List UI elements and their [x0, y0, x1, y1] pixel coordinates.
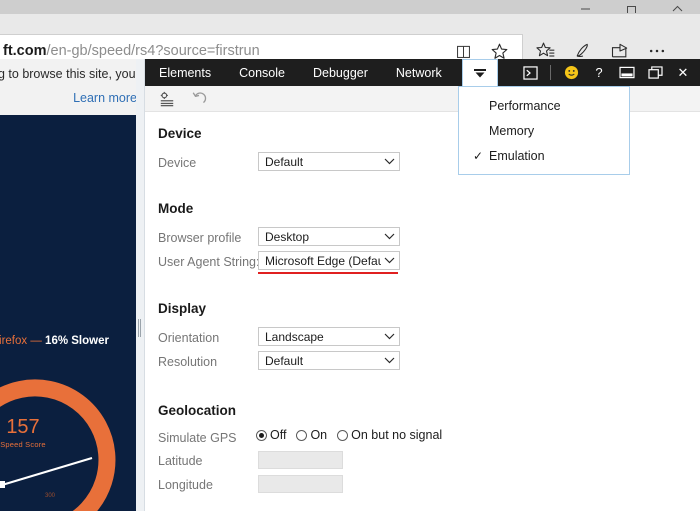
select-user-agent-string-value: Microsoft Edge (Default: [265, 254, 381, 268]
close-button[interactable]: [654, 0, 700, 14]
tab-network[interactable]: Network: [382, 59, 456, 86]
menu-label-emulation: Emulation: [489, 149, 545, 163]
menu-item-performance[interactable]: Performance: [459, 93, 629, 118]
comparison-browser: Firefox —: [0, 335, 45, 347]
radio-group-simulate-gps: Off On On but no signal: [256, 428, 442, 442]
gauge-score-label: Speed Score: [0, 440, 68, 449]
chevron-down-icon: [381, 333, 397, 340]
label-device: Device: [158, 156, 196, 170]
devtools-right-icons: ? ✕: [517, 59, 700, 86]
gauge-score-value: 157: [0, 417, 58, 437]
menu-item-emulation[interactable]: ✓ Emulation: [459, 143, 629, 168]
select-browser-profile[interactable]: Desktop: [258, 227, 400, 246]
label-browser-profile: Browser profile: [158, 231, 241, 245]
label-orientation: Orientation: [158, 331, 219, 345]
section-title-geolocation: Geolocation: [158, 403, 236, 418]
radio-label-off: Off: [270, 428, 286, 442]
devtools-panel: Elements Console Debugger Network: [145, 59, 700, 511]
splitter-grip[interactable]: [138, 319, 142, 337]
radio-dot-on: [296, 430, 307, 441]
radio-gps-no-signal[interactable]: On but no signal: [337, 428, 442, 442]
window-titlebar: [0, 0, 700, 14]
chevron-down-icon: [381, 257, 397, 264]
maximize-button[interactable]: [608, 0, 654, 14]
more-tools-menu: Performance Memory ✓ Emulation: [458, 86, 630, 175]
gauge-max-tick-label: 300: [30, 493, 70, 499]
radio-dot-no-signal: [337, 430, 348, 441]
radio-label-on: On: [310, 428, 327, 442]
more-tools-chevron-icon[interactable]: [462, 59, 498, 86]
reset-emulation-icon[interactable]: [188, 88, 210, 110]
menu-item-memory[interactable]: Memory: [459, 118, 629, 143]
select-resolution-value: Default: [265, 354, 381, 368]
chevron-down-icon: [381, 357, 397, 364]
radio-dot-off: [256, 430, 267, 441]
select-orientation[interactable]: Landscape: [258, 327, 400, 346]
select-device[interactable]: Default: [258, 152, 400, 171]
longitude-input[interactable]: [258, 475, 343, 493]
address-domain: ft.com: [3, 43, 47, 59]
devtools-tabbar: Elements Console Debugger Network: [145, 59, 700, 86]
label-longitude: Longitude: [158, 478, 213, 492]
speed-score-gauge: 157 Speed Score 300: [0, 365, 130, 511]
panel-splitter[interactable]: [136, 59, 145, 511]
label-simulate-gps: Simulate GPS: [158, 431, 237, 445]
label-resolution: Resolution: [158, 355, 217, 369]
chevron-down-icon: [381, 158, 397, 165]
section-title-display: Display: [158, 301, 206, 316]
comparison-delta: 16% Slower: [45, 335, 109, 347]
latitude-input[interactable]: [258, 451, 343, 469]
label-user-agent-string: User Agent String:: [158, 255, 259, 269]
tab-console[interactable]: Console: [225, 59, 299, 86]
address-bar-text: ft.com/en-gb/speed/rs4?source=firstrun: [0, 43, 260, 59]
select-resolution[interactable]: Default: [258, 351, 400, 370]
section-title-mode: Mode: [158, 201, 193, 216]
gauge-svg: [0, 365, 130, 511]
chevron-down-icon: [381, 233, 397, 240]
select-orientation-value: Landscape: [265, 330, 381, 344]
learn-more-link[interactable]: Learn more: [73, 91, 137, 105]
screen-root: ft.com/en-gb/speed/rs4?source=firstrun: [0, 0, 700, 511]
web-page-content: g to browse this site, you Learn more Fi…: [0, 59, 145, 511]
feedback-smiley-icon[interactable]: [558, 59, 584, 86]
minimize-button[interactable]: [562, 0, 608, 14]
section-title-device: Device: [158, 126, 202, 141]
console-drawer-icon[interactable]: [517, 59, 543, 86]
undock-window-icon[interactable]: [642, 59, 668, 86]
close-devtools-icon[interactable]: ✕: [670, 59, 696, 86]
user-agent-annotation-underline: [258, 272, 398, 274]
label-latitude: Latitude: [158, 454, 202, 468]
menu-label-performance: Performance: [489, 99, 561, 113]
radio-gps-off[interactable]: Off: [256, 428, 286, 442]
select-user-agent-string[interactable]: Microsoft Edge (Default: [258, 251, 400, 270]
help-icon[interactable]: ?: [586, 59, 612, 86]
select-device-value: Default: [265, 155, 381, 169]
cookie-notice: g to browse this site, you Learn more: [0, 59, 145, 115]
emulation-settings-icon[interactable]: [156, 88, 178, 110]
browser-navbar: ft.com/en-gb/speed/rs4?source=firstrun: [0, 14, 700, 59]
dock-bottom-icon[interactable]: [614, 59, 640, 86]
speed-test-hero: Firefox — 16% Slower: [0, 115, 136, 511]
toolbar-divider: [550, 65, 551, 80]
tab-elements[interactable]: Elements: [145, 59, 225, 86]
menu-check-emulation: ✓: [467, 149, 489, 163]
window-controls: [562, 0, 700, 14]
menu-label-memory: Memory: [489, 124, 534, 138]
tab-debugger[interactable]: Debugger: [299, 59, 382, 86]
radio-gps-on[interactable]: On: [296, 428, 327, 442]
radio-label-no-signal: On but no signal: [351, 428, 442, 442]
cookie-notice-text: g to browse this site, you: [0, 67, 145, 81]
browser-comparison-text: Firefox — 16% Slower: [0, 335, 136, 347]
address-path: /en-gb/speed/rs4?source=firstrun: [47, 43, 260, 59]
select-browser-profile-value: Desktop: [265, 230, 381, 244]
